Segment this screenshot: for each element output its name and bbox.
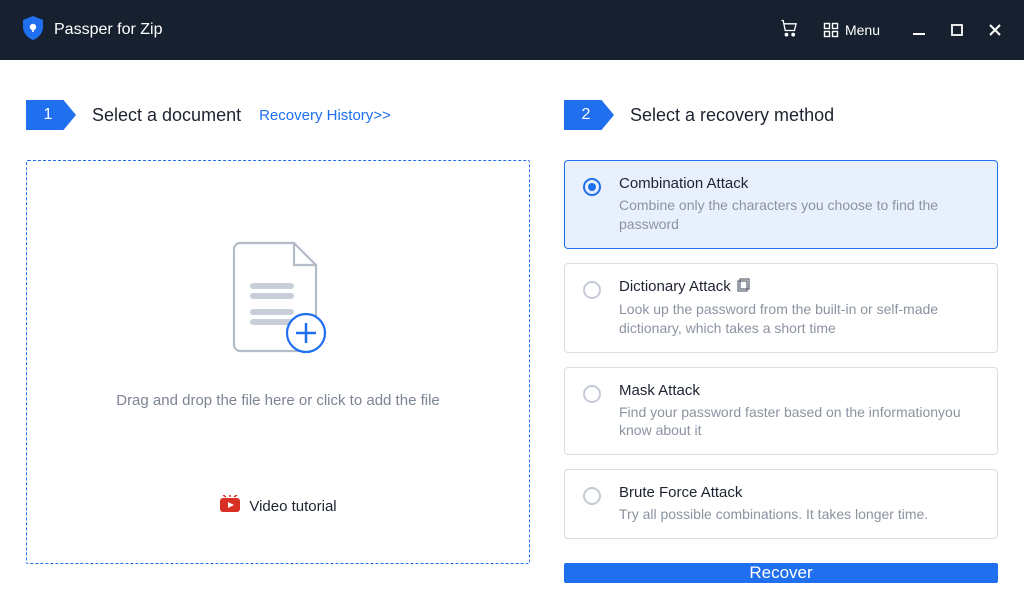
document-add-icon	[228, 237, 328, 362]
method-list: Combination Attack Combine only the chara…	[564, 160, 998, 539]
step-1-header: 1 Select a document Recovery History>>	[26, 100, 530, 130]
file-drop-zone[interactable]: Drag and drop the file here or click to …	[26, 160, 530, 564]
method-title: Mask Attack	[619, 382, 979, 399]
radio-icon[interactable]	[583, 281, 601, 299]
shield-icon	[22, 15, 44, 46]
maximize-button[interactable]	[950, 23, 964, 37]
radio-icon[interactable]	[583, 385, 601, 403]
close-button[interactable]	[988, 23, 1002, 37]
step-2-title: Select a recovery method	[630, 105, 834, 126]
titlebar-controls: Menu	[779, 18, 1002, 43]
main-content: 1 Select a document Recovery History>> D	[0, 60, 1024, 590]
step-1-badge: 1	[26, 100, 76, 130]
minimize-button[interactable]	[912, 23, 926, 37]
method-title: Brute Force Attack	[619, 484, 979, 501]
method-title: Combination Attack	[619, 175, 979, 192]
left-column: 1 Select a document Recovery History>> D	[26, 100, 530, 564]
titlebar: Passper for Zip Menu	[0, 0, 1024, 60]
step-2-badge: 2	[564, 100, 614, 130]
drop-zone-text: Drag and drop the file here or click to …	[116, 392, 440, 409]
recovery-history-link[interactable]: Recovery History>>	[259, 107, 391, 124]
cart-icon[interactable]	[779, 18, 799, 43]
method-card-3[interactable]: Brute Force Attack Try all possible combi…	[564, 469, 998, 539]
dictionary-settings-icon[interactable]	[737, 278, 751, 296]
video-icon	[219, 495, 241, 517]
method-desc: Find your password faster based on the i…	[619, 403, 979, 441]
app-title: Passper for Zip	[54, 21, 162, 39]
method-body: Dictionary Attack Look up the password fr…	[619, 278, 979, 338]
method-title-text: Dictionary Attack	[619, 278, 731, 295]
method-desc: Try all possible combinations. It takes …	[619, 505, 979, 524]
video-tutorial-label: Video tutorial	[249, 498, 336, 515]
video-tutorial-link[interactable]: Video tutorial	[219, 495, 336, 517]
menu-button[interactable]: Menu	[823, 22, 880, 38]
method-desc: Combine only the characters you choose t…	[619, 196, 979, 234]
method-body: Brute Force Attack Try all possible combi…	[619, 484, 979, 524]
method-card-2[interactable]: Mask Attack Find your password faster bas…	[564, 367, 998, 456]
method-title-text: Mask Attack	[619, 382, 700, 399]
method-body: Mask Attack Find your password faster bas…	[619, 382, 979, 441]
method-title-text: Brute Force Attack	[619, 484, 742, 501]
app-logo: Passper for Zip	[22, 15, 162, 46]
menu-label: Menu	[845, 22, 880, 38]
method-desc: Look up the password from the built-in o…	[619, 300, 979, 338]
method-card-0[interactable]: Combination Attack Combine only the chara…	[564, 160, 998, 249]
radio-icon[interactable]	[583, 487, 601, 505]
step-2-header: 2 Select a recovery method	[564, 100, 998, 130]
radio-icon[interactable]	[583, 178, 601, 196]
method-body: Combination Attack Combine only the chara…	[619, 175, 979, 234]
method-title: Dictionary Attack	[619, 278, 979, 296]
step-1-title: Select a document	[92, 105, 241, 126]
method-card-1[interactable]: Dictionary Attack Look up the password fr…	[564, 263, 998, 353]
right-column: 2 Select a recovery method Combination A…	[564, 100, 998, 564]
method-title-text: Combination Attack	[619, 175, 748, 192]
recover-button[interactable]: Recover	[564, 563, 998, 583]
